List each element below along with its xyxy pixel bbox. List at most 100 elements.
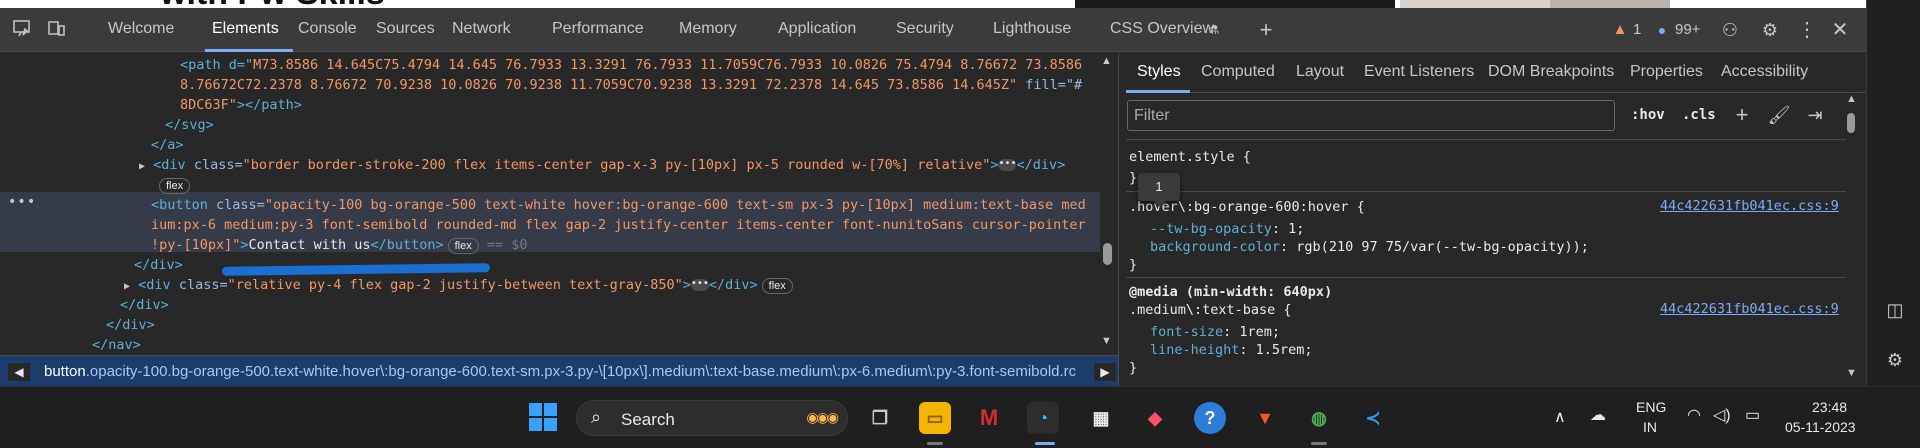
flex-badge-div2[interactable]: flex bbox=[761, 278, 793, 294]
flex-badge-button[interactable]: flex bbox=[447, 238, 479, 254]
scroll-thumb[interactable] bbox=[1103, 243, 1112, 265]
tab-memory[interactable]: Memory bbox=[679, 20, 737, 38]
dom-line-div-border[interactable]: ▶ <div class="border border-stroke-200 f… bbox=[139, 155, 1065, 177]
tab-application[interactable]: Application bbox=[778, 20, 856, 38]
feedback-icon[interactable]: ⚇ bbox=[1718, 18, 1742, 42]
tab-elements[interactable]: Elements bbox=[212, 20, 279, 38]
dom-line-path[interactable]: <path d="M73.8586 14.645C75.4794 14.645 … bbox=[180, 55, 1082, 75]
clock-time[interactable]: 23:48 bbox=[1812, 399, 1847, 415]
show-hidden-icons-icon[interactable]: ∧ bbox=[1554, 407, 1566, 427]
vscode-icon[interactable]: ≺ bbox=[1357, 402, 1389, 434]
node-actions-dots[interactable]: ••• bbox=[8, 194, 36, 210]
new-rule-plus-icon[interactable]: + bbox=[1730, 103, 1754, 127]
windows-start-icon[interactable] bbox=[527, 402, 559, 434]
styles-filter-input[interactable] bbox=[1127, 100, 1615, 131]
collapsed-children-icon[interactable]: ••• bbox=[998, 159, 1017, 171]
dom-line-button-1[interactable]: <button class="opacity-100 bg-orange-500… bbox=[151, 195, 1086, 215]
subtab-event-listeners[interactable]: Event Listeners bbox=[1364, 63, 1474, 81]
inspect-icon[interactable] bbox=[44, 18, 68, 42]
gear-icon[interactable]: ⚙ bbox=[1758, 18, 1782, 42]
battery-icon[interactable]: ▭ bbox=[1745, 405, 1760, 425]
messages-icon[interactable]: ● bbox=[1653, 18, 1671, 42]
element-style-rule[interactable]: element.style { bbox=[1129, 148, 1251, 166]
rule2-selector[interactable]: .medium\:text-base { bbox=[1129, 301, 1292, 319]
cls-button[interactable]: .cls bbox=[1682, 107, 1716, 123]
warning-count[interactable]: 1 bbox=[1633, 21, 1641, 38]
scroll-down-icon[interactable]: ▼ bbox=[1101, 335, 1112, 347]
tab-css-overview[interactable]: CSS Overview bbox=[1110, 20, 1214, 38]
flex-badge[interactable]: flex bbox=[159, 178, 191, 194]
dom-line-button-3[interactable]: !py-[10px]">Contact with us</button> flex… bbox=[151, 235, 528, 255]
taskbar-search[interactable]: ⌕ Search ◉◉◉ bbox=[576, 400, 848, 436]
tab-lighthouse[interactable]: Lighthouse bbox=[993, 20, 1071, 38]
warning-icon[interactable]: ▲ bbox=[1611, 18, 1629, 42]
app-diamond-icon[interactable]: ◆ bbox=[1139, 402, 1171, 434]
expand-arrow-icon-2[interactable]: ▶ bbox=[124, 281, 130, 292]
file-explorer-icon[interactable]: ▭ bbox=[919, 402, 951, 434]
styles-scroll-down-icon[interactable]: ▼ bbox=[1846, 367, 1857, 379]
more-vertical-icon[interactable]: ⋮ bbox=[1795, 18, 1819, 42]
brave-icon[interactable]: ▼ bbox=[1249, 402, 1281, 434]
microsoft-store-icon[interactable]: ▦ bbox=[1085, 402, 1117, 434]
collapsed-children-icon-2[interactable]: ••• bbox=[690, 279, 709, 291]
breadcrumb-right-icon[interactable]: ▶ bbox=[1094, 363, 1116, 381]
elements-scrollbar[interactable]: ▲ ▼ bbox=[1100, 53, 1114, 355]
dom-line-div-relative[interactable]: ▶ <div class="relative py-4 flex gap-2 j… bbox=[124, 275, 793, 297]
scroll-up-icon[interactable]: ▲ bbox=[1101, 55, 1112, 67]
breadcrumb-left-icon[interactable]: ◀ bbox=[8, 363, 30, 381]
plus-icon[interactable]: + bbox=[1254, 18, 1278, 42]
edge-icon[interactable]: ◔ bbox=[1027, 402, 1059, 434]
dom-line-path-2[interactable]: 8.76672C72.2378 8.76672 70.9238 10.0826 … bbox=[180, 75, 1082, 95]
tab-network[interactable]: Network bbox=[452, 20, 511, 38]
dom-line-a-close[interactable]: </a> bbox=[151, 135, 184, 155]
subtab-styles[interactable]: Styles bbox=[1137, 63, 1181, 81]
tab-console[interactable]: Console bbox=[298, 20, 357, 38]
rule1-source-link[interactable]: 44c422631fb041ec.css:9 bbox=[1660, 198, 1839, 214]
styles-scroll-up-icon[interactable]: ▲ bbox=[1846, 93, 1857, 105]
toggle-sidebar-icon[interactable]: ⇥ bbox=[1803, 103, 1827, 127]
device-toolbar-icon[interactable] bbox=[10, 18, 34, 42]
side-gear-icon[interactable]: ⚙ bbox=[1884, 350, 1906, 372]
sidebar-toggle-icon[interactable]: ◫ bbox=[1884, 300, 1906, 322]
dom-line-nav-close[interactable]: </nav> bbox=[92, 335, 141, 355]
rule2-declaration-2[interactable]: line-height: 1.5rem; bbox=[1150, 341, 1313, 359]
paint-brush-icon[interactable]: 🖌 bbox=[1767, 103, 1791, 127]
subtab-properties[interactable]: Properties bbox=[1630, 63, 1703, 81]
rule1-declaration-2[interactable]: background-color: rgb(210 97 75/var(--tw… bbox=[1150, 238, 1589, 256]
tab-security[interactable]: Security bbox=[896, 20, 954, 38]
subtab-layout[interactable]: Layout bbox=[1296, 63, 1344, 81]
hov-button[interactable]: :hov bbox=[1631, 107, 1665, 123]
onedrive-icon[interactable]: ☁ bbox=[1590, 405, 1606, 425]
chrome-icon[interactable]: ◍ bbox=[1303, 402, 1335, 434]
styles-scroll-thumb[interactable] bbox=[1847, 113, 1855, 133]
rule1-declaration-1[interactable]: --tw-bg-opacity: 1; bbox=[1150, 220, 1304, 238]
close-icon[interactable]: ✕ bbox=[1828, 18, 1852, 42]
expand-arrow-icon[interactable]: ▶ bbox=[139, 161, 145, 172]
dom-line-svg-close[interactable]: </svg> bbox=[165, 115, 214, 135]
subtab-accessibility[interactable]: Accessibility bbox=[1721, 63, 1808, 81]
styles-scrollbar[interactable]: ▲ ▼ bbox=[1844, 93, 1858, 386]
dom-line-button-2[interactable]: ium:px-6 medium:py-3 font-semibold round… bbox=[151, 215, 1086, 235]
task-view-icon[interactable]: ❐ bbox=[864, 402, 896, 434]
mcafee-icon[interactable]: M bbox=[973, 402, 1005, 434]
rule2-declaration-1[interactable]: font-size: 1rem; bbox=[1150, 323, 1280, 341]
subtab-computed[interactable]: Computed bbox=[1201, 63, 1275, 81]
rule2-source-link[interactable]: 44c422631fb041ec.css:9 bbox=[1660, 301, 1839, 317]
dom-line-div-close-3[interactable]: </div> bbox=[106, 315, 155, 335]
help-icon[interactable]: ? bbox=[1194, 402, 1226, 434]
dom-line-div-close-1[interactable]: </div> bbox=[134, 255, 183, 275]
tab-welcome[interactable]: Welcome bbox=[108, 20, 174, 38]
volume-icon[interactable]: ◁) bbox=[1713, 405, 1731, 425]
language-line-2[interactable]: IN bbox=[1643, 419, 1657, 435]
clock-date[interactable]: 05-11-2023 bbox=[1785, 419, 1856, 435]
dom-line-div-close-2[interactable]: </div> bbox=[120, 295, 169, 315]
messages-count[interactable]: 99+ bbox=[1675, 21, 1700, 38]
breadcrumb-selector[interactable]: button.opacity-100.bg-orange-500.text-wh… bbox=[44, 363, 1092, 380]
wifi-icon[interactable]: ◠ bbox=[1687, 405, 1701, 425]
dom-line-path-3[interactable]: 8DC63F"></path> bbox=[180, 95, 302, 115]
tab-sources[interactable]: Sources bbox=[376, 20, 435, 38]
language-line-1[interactable]: ENG bbox=[1636, 399, 1666, 415]
subtab-dom-breakpoints[interactable]: DOM Breakpoints bbox=[1488, 63, 1614, 81]
tab-performance[interactable]: Performance bbox=[552, 20, 644, 38]
pane-divider[interactable] bbox=[1118, 53, 1126, 386]
